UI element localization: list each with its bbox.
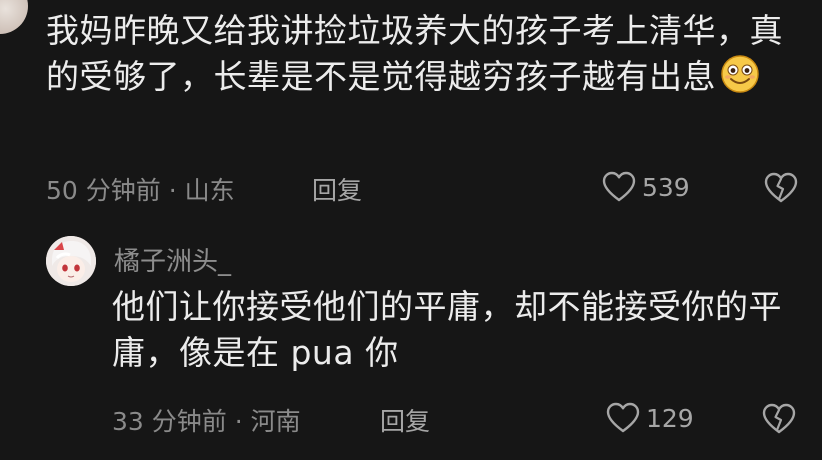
reply-button[interactable]: 回复: [380, 402, 430, 438]
reply-button[interactable]: 回复: [312, 171, 362, 207]
comment-body: 他们让你接受他们的平庸，却不能接受你的平庸，像是在 pua 你: [112, 287, 782, 372]
comment-time-location: 50 分钟前 · 山东: [46, 176, 235, 205]
dislike-button[interactable]: [762, 403, 796, 439]
comment-text: 我妈昨晚又给我讲捡垃圾养大的孩子考上清华，真的受够了，长辈是不是觉得越穷孩子越有…: [46, 8, 786, 100]
comment-username[interactable]: 橘子洲头_: [114, 241, 231, 278]
like-count: 539: [642, 172, 690, 202]
comment-thread: 我妈昨晚又给我讲捡垃圾养大的孩子考上清华，真的受够了，长辈是不是觉得越穷孩子越有…: [0, 0, 822, 460]
comment-body: 我妈昨晚又给我讲捡垃圾养大的孩子考上清华，真的受够了，长辈是不是觉得越穷孩子越有…: [46, 11, 783, 96]
broken-heart-icon: [764, 172, 798, 203]
heart-outline-icon: [606, 402, 640, 433]
like-button[interactable]: 129: [606, 402, 694, 434]
comment-time-location: 33 分钟前 · 河南: [112, 407, 301, 436]
like-button[interactable]: 539: [602, 171, 690, 203]
dislike-button[interactable]: [764, 172, 798, 208]
like-count: 129: [646, 403, 694, 433]
anime-avatar-icon: [46, 236, 96, 286]
broken-heart-icon: [762, 403, 796, 434]
avatar[interactable]: [46, 236, 96, 286]
comment-text: 他们让你接受他们的平庸，却不能接受你的平庸，像是在 pua 你: [112, 284, 802, 376]
heart-outline-icon: [602, 171, 636, 202]
smiling-face-emoji-icon: [721, 55, 759, 93]
avatar[interactable]: [0, 0, 28, 34]
